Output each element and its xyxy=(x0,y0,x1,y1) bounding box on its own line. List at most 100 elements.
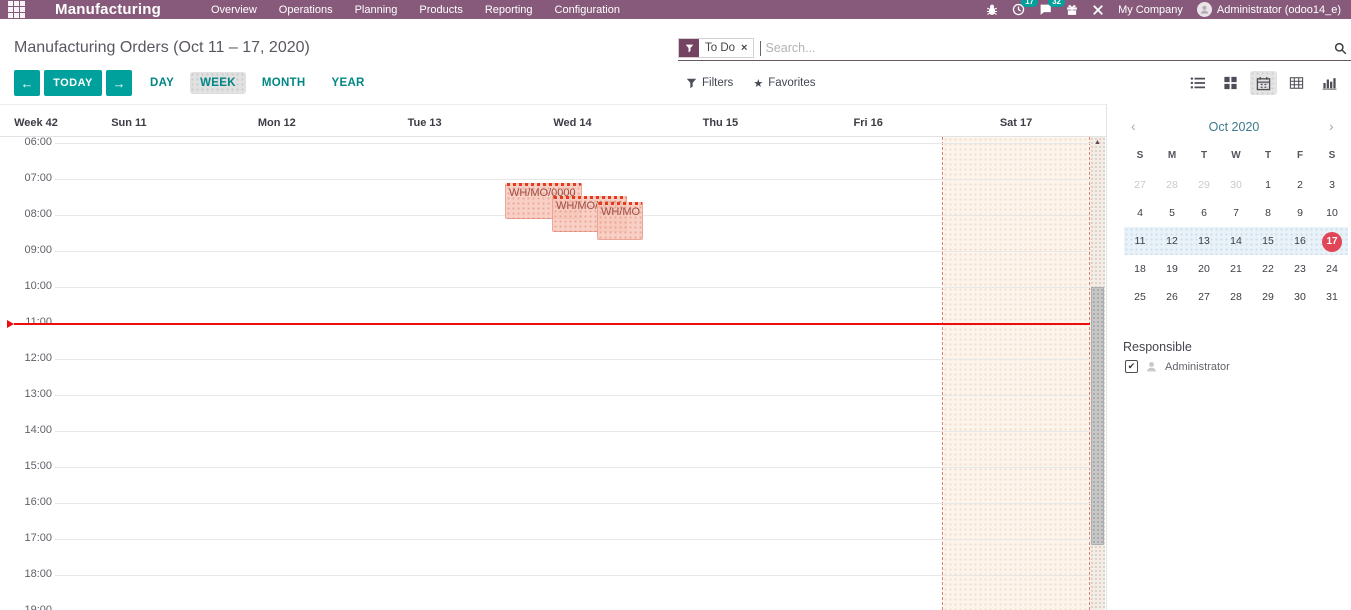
mini-calendar-day[interactable]: 10 xyxy=(1316,199,1348,227)
favorites-dropdown[interactable]: ★ Favorites xyxy=(753,77,815,90)
hour-label-10:00: 10:00 xyxy=(0,280,52,292)
star-icon: ★ xyxy=(753,77,763,90)
mini-calendar-day[interactable]: 1 xyxy=(1252,171,1284,199)
mini-calendar-dow: S xyxy=(1124,148,1156,164)
mini-calendar-day[interactable]: 17 xyxy=(1316,227,1348,255)
user-menu[interactable]: Administrator (odoo14_e) xyxy=(1197,2,1341,17)
app-brand[interactable]: Manufacturing xyxy=(55,1,161,18)
responsible-checkbox[interactable]: ✔ xyxy=(1125,360,1138,373)
mini-calendar-title[interactable]: Oct 2020 xyxy=(1164,120,1304,134)
mini-calendar-day[interactable]: 27 xyxy=(1188,283,1220,311)
mini-calendar-day[interactable]: 27 xyxy=(1124,171,1156,199)
messages-icon[interactable]: 32 xyxy=(1039,3,1052,16)
mini-calendar-dow: W xyxy=(1220,148,1252,164)
nav-menu-overview[interactable]: Overview xyxy=(211,4,257,16)
activity-clock-icon[interactable]: 17 xyxy=(1012,3,1025,16)
scale-month-button[interactable]: MONTH xyxy=(252,72,316,94)
mini-calendar-day[interactable]: 29 xyxy=(1252,283,1284,311)
filters-dropdown[interactable]: Filters xyxy=(686,77,733,89)
nav-menu-configuration[interactable]: Configuration xyxy=(555,4,620,16)
vertical-scrollbar[interactable]: ▲ xyxy=(1090,137,1105,610)
graph-view-icon[interactable] xyxy=(1316,71,1343,95)
mini-calendar-day[interactable]: 30 xyxy=(1220,171,1252,199)
today-button[interactable]: TODAY xyxy=(44,70,102,96)
scale-group: DAY WEEK MONTH YEAR xyxy=(140,70,375,96)
avatar xyxy=(1197,2,1212,17)
mini-calendar-day[interactable]: 31 xyxy=(1316,283,1348,311)
hour-gridline-09:00 xyxy=(55,251,1090,252)
mini-calendar-day[interactable]: 28 xyxy=(1156,171,1188,199)
mini-calendar-dow: F xyxy=(1284,148,1316,164)
hour-gridline-06:00 xyxy=(55,143,1090,144)
mini-calendar-day[interactable]: 14 xyxy=(1220,227,1252,255)
mini-calendar-day[interactable]: 21 xyxy=(1220,255,1252,283)
mini-calendar-day[interactable]: 29 xyxy=(1188,171,1220,199)
scrollbar-thumb[interactable] xyxy=(1091,287,1104,545)
mini-calendar-day[interactable]: 22 xyxy=(1252,255,1284,283)
mini-calendar-day[interactable]: 2 xyxy=(1284,171,1316,199)
mini-calendar-dow: M xyxy=(1156,148,1188,164)
company-switcher[interactable]: My Company xyxy=(1118,4,1183,16)
hour-gridline-13:00 xyxy=(55,395,1090,396)
calendar-view-icon[interactable] xyxy=(1250,71,1277,95)
kanban-view-icon[interactable] xyxy=(1217,71,1244,95)
mini-calendar-day[interactable]: 8 xyxy=(1252,199,1284,227)
hour-gridline-15:00 xyxy=(55,467,1090,468)
scrollbar-up-arrow[interactable]: ▲ xyxy=(1090,139,1105,146)
apps-menu-icon[interactable] xyxy=(8,1,25,18)
hour-label-19:00: 19:00 xyxy=(0,604,52,610)
mini-calendar-day[interactable]: 15 xyxy=(1252,227,1284,255)
nav-menu-products[interactable]: Products xyxy=(419,4,462,16)
mini-calendar-prev-icon[interactable]: ‹ xyxy=(1131,118,1136,134)
mini-calendar-day[interactable]: 3 xyxy=(1316,171,1348,199)
scale-week-button[interactable]: WEEK xyxy=(190,72,246,94)
mini-calendar-day[interactable]: 11 xyxy=(1124,227,1156,255)
mini-calendar-day[interactable]: 7 xyxy=(1220,199,1252,227)
mini-calendar-day[interactable]: 25 xyxy=(1124,283,1156,311)
search-input[interactable]: Search... xyxy=(765,41,1334,55)
day-header-thu-15: Thu 15 xyxy=(646,117,794,129)
mini-calendar-day[interactable]: 6 xyxy=(1188,199,1220,227)
pivot-view-icon[interactable] xyxy=(1283,71,1310,95)
calendar-event[interactable]: WH/MO xyxy=(597,202,643,240)
mini-calendar-day[interactable]: 19 xyxy=(1156,255,1188,283)
mini-calendar-day[interactable]: 30 xyxy=(1284,283,1316,311)
mini-calendar-day[interactable]: 16 xyxy=(1284,227,1316,255)
calendar-grid[interactable]: 06:0007:0008:0009:0010:0011:0012:0013:00… xyxy=(0,137,1106,610)
hour-gridline-07:00 xyxy=(55,179,1090,180)
nav-menu-reporting[interactable]: Reporting xyxy=(485,4,533,16)
scale-day-button[interactable]: DAY xyxy=(140,72,184,94)
facet-label: To Do xyxy=(699,39,741,57)
mini-calendar-dow: S xyxy=(1316,148,1348,164)
mini-calendar-day[interactable]: 18 xyxy=(1124,255,1156,283)
mini-calendar-day[interactable]: 13 xyxy=(1188,227,1220,255)
mini-calendar-day[interactable]: 5 xyxy=(1156,199,1188,227)
mini-calendar-day[interactable]: 28 xyxy=(1220,283,1252,311)
mini-calendar-day[interactable]: 24 xyxy=(1316,255,1348,283)
search-icon[interactable] xyxy=(1334,42,1347,55)
tools-icon[interactable] xyxy=(1092,4,1104,16)
list-view-icon[interactable] xyxy=(1184,71,1211,95)
hour-label-16:00: 16:00 xyxy=(0,496,52,508)
mini-calendar-day[interactable]: 4 xyxy=(1124,199,1156,227)
mini-calendar-next-icon[interactable]: › xyxy=(1329,118,1334,134)
nav-menu-operations[interactable]: Operations xyxy=(279,4,333,16)
next-period-button[interactable]: → xyxy=(106,70,132,96)
bug-icon[interactable] xyxy=(986,4,998,16)
mini-calendar-day[interactable]: 20 xyxy=(1188,255,1220,283)
nav-right-cluster: 17 32 My Company xyxy=(986,2,1341,17)
prev-period-button[interactable]: ← xyxy=(14,70,40,96)
responsible-name: Administrator xyxy=(1165,361,1230,373)
hour-gridline-12:00 xyxy=(55,359,1090,360)
nav-menu-planning[interactable]: Planning xyxy=(355,4,398,16)
mini-calendar-day[interactable]: 26 xyxy=(1156,283,1188,311)
hour-gridline-18:00 xyxy=(55,575,1090,576)
mini-calendar-day[interactable]: 12 xyxy=(1156,227,1188,255)
gift-icon[interactable] xyxy=(1066,4,1078,16)
mini-calendar-day[interactable]: 9 xyxy=(1284,199,1316,227)
mini-calendar-day[interactable]: 23 xyxy=(1284,255,1316,283)
scale-year-button[interactable]: YEAR xyxy=(322,72,375,94)
facet-remove-icon[interactable]: × xyxy=(741,39,753,57)
mini-calendar-week-row: 45678910 xyxy=(1124,199,1348,227)
search-bar[interactable]: To Do × Search... xyxy=(678,36,1351,61)
